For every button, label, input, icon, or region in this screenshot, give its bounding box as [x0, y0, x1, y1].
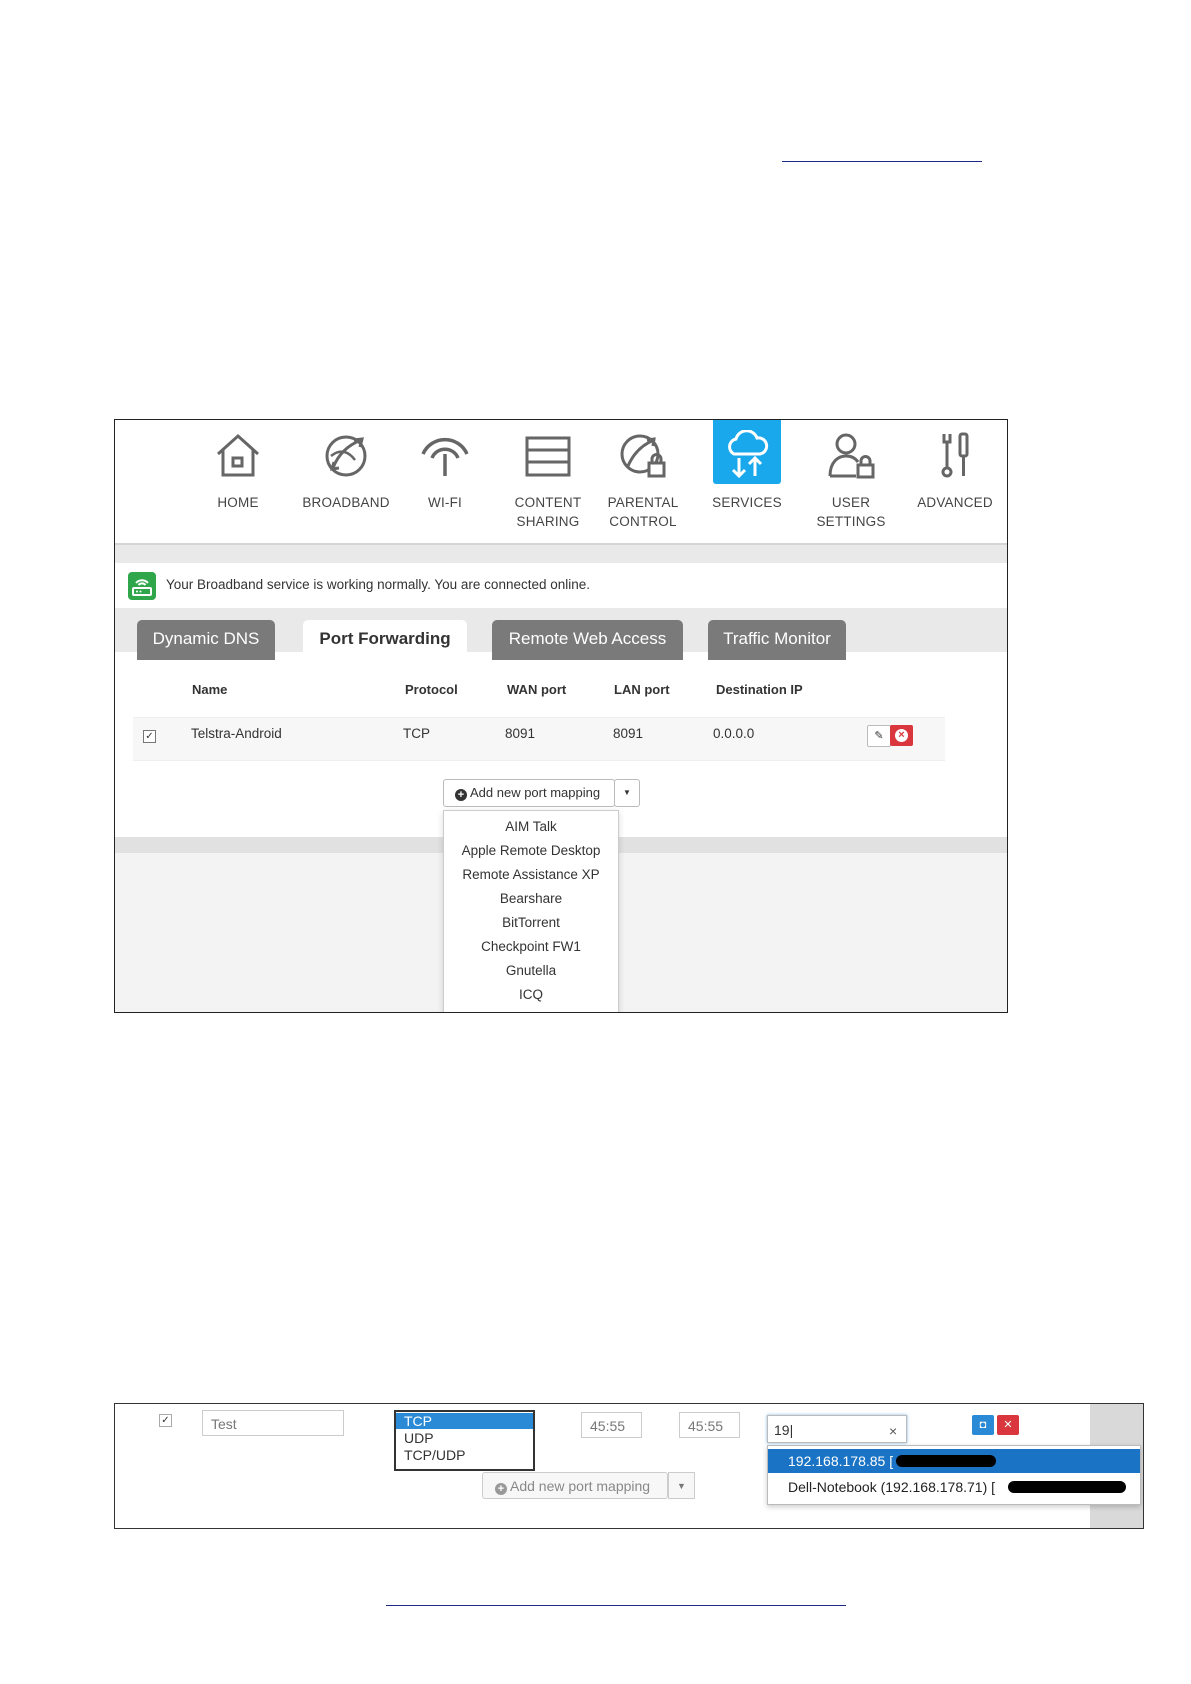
add-port-mapping-button[interactable]: + Add new port mapping [482, 1472, 668, 1499]
column-header-lan-port: LAN port [614, 682, 670, 697]
ip-suggestion-text: 192.168.178.85 [ [788, 1453, 894, 1469]
preset-item[interactable]: Remote Assistance XP [444, 867, 618, 882]
cloud-transfer-icon [728, 430, 769, 479]
plus-circle-icon: + [455, 789, 467, 801]
caret-down-icon: ▼ [677, 1481, 686, 1491]
port-mapping-edit-screenshot: ✓ Test TCP UDP TCP/UDP 45:55 45:55 + Add … [114, 1403, 1144, 1529]
router-status-icon [128, 572, 156, 600]
close-circle-icon: × [895, 729, 908, 742]
hyperlink-underline-bottom [386, 1605, 846, 1606]
redaction-mark [896, 1455, 996, 1467]
row-enable-checkbox[interactable]: ✓ [143, 730, 156, 743]
nav-label: HOME [217, 495, 259, 510]
redaction-mark [1008, 1481, 1126, 1493]
row-lan-port: 8091 [613, 726, 644, 741]
nav-item-advanced[interactable]: ADVANCED [903, 420, 1007, 543]
nav-item-services[interactable]: SERVICES [695, 420, 799, 543]
preset-dropdown-toggle[interactable]: ▼ [614, 779, 640, 807]
column-header-name: Name [192, 682, 228, 697]
home-icon [216, 433, 260, 477]
nav-label: CONTENT SHARING [514, 495, 582, 529]
preset-item[interactable]: Bearshare [444, 891, 618, 906]
nav-label: ADVANCED [917, 495, 993, 510]
clear-icon[interactable]: × [889, 1423, 897, 1439]
status-bar: Your Broadband service is working normal… [115, 563, 1007, 608]
column-header-destination-ip: Destination IP [716, 682, 803, 697]
add-port-mapping-label: Add new port mapping [470, 785, 601, 800]
wifi-icon [421, 437, 469, 476]
destination-ip-query: 19 [774, 1422, 790, 1438]
protocol-option[interactable]: TCP [396, 1413, 533, 1429]
top-navigation: HOME BROADBAND WI-FI CONTENT SHARING PAR… [115, 420, 1007, 545]
add-port-mapping-label: Add new port mapping [510, 1478, 651, 1494]
nav-item-user-settings[interactable]: USER SETTINGS [799, 420, 903, 543]
caret-down-icon: ▼ [623, 788, 631, 797]
add-port-mapping-button[interactable]: + Add new port mapping [443, 779, 615, 807]
parental-lock-icon [620, 434, 666, 478]
user-lock-icon [828, 433, 875, 479]
protocol-option[interactable]: UDP [396, 1430, 533, 1446]
save-disk-icon: ◘ [979, 1419, 987, 1431]
preset-item[interactable]: BitTorrent [444, 915, 618, 930]
wan-port-field[interactable]: 45:55 [581, 1412, 642, 1438]
preset-item[interactable]: Apple Remote Desktop [444, 843, 618, 858]
protocol-select[interactable]: TCP UDP TCP/UDP [394, 1410, 535, 1471]
status-message: Your Broadband service is working normal… [166, 577, 591, 592]
globe-icon [325, 435, 367, 477]
row-name: Telstra-Android [191, 726, 282, 741]
tab-port-forwarding[interactable]: Port Forwarding [303, 620, 467, 662]
tools-icon [941, 432, 969, 478]
nav-item-wifi[interactable]: WI-FI [393, 420, 497, 543]
router-admin-screenshot: HOME BROADBAND WI-FI CONTENT SHARING PAR… [114, 419, 1008, 1013]
edit-button[interactable]: ✎ [867, 725, 891, 747]
preset-item[interactable]: AIM Talk [444, 819, 618, 834]
protocol-option[interactable]: TCP/UDP [396, 1447, 533, 1463]
row-protocol: TCP [403, 726, 430, 741]
nav-label: USER SETTINGS [816, 495, 886, 529]
destination-ip-input[interactable]: 19| [767, 1415, 907, 1443]
close-icon: ✕ [1003, 1419, 1013, 1431]
row-destination-ip: 0.0.0.0 [713, 726, 755, 741]
preset-dropdown-toggle[interactable]: ▼ [668, 1472, 695, 1499]
preset-item[interactable]: Gnutella [444, 963, 618, 978]
tab-traffic-monitor[interactable]: Traffic Monitor [708, 620, 846, 660]
nav-label: PARENTAL CONTROL [607, 495, 679, 529]
nav-item-parental-control[interactable]: PARENTAL CONTROL [591, 420, 695, 543]
ip-suggestion-menu: 192.168.178.85 [ Dell-Notebook (192.168.… [767, 1445, 1141, 1505]
row-enable-checkbox[interactable]: ✓ [159, 1414, 172, 1427]
save-button[interactable]: ◘ [972, 1415, 994, 1435]
preset-item[interactable]: Checkpoint FW1 [444, 939, 618, 954]
nav-label: SERVICES [712, 495, 782, 510]
tab-dynamic-dns[interactable]: Dynamic DNS [137, 620, 275, 660]
separator-strip [115, 545, 1007, 563]
storage-icon [525, 436, 571, 477]
nav-item-content-sharing[interactable]: CONTENT SHARING [496, 420, 600, 543]
nav-label: WI-FI [428, 495, 462, 510]
preset-dropdown-menu: AIM Talk Apple Remote Desktop Remote Ass… [443, 810, 619, 1012]
lan-port-field[interactable]: 45:55 [679, 1412, 740, 1438]
nav-label: BROADBAND [302, 495, 390, 510]
hyperlink-underline-top [782, 161, 982, 162]
preset-item[interactable]: ICQ [444, 987, 618, 1002]
column-header-wan-port: WAN port [507, 682, 567, 697]
tab-remote-web-access[interactable]: Remote Web Access [492, 620, 683, 660]
nav-item-broadband[interactable]: BROADBAND [294, 420, 398, 543]
column-header-protocol: Protocol [405, 682, 458, 697]
edit-icon: ✎ [874, 730, 884, 742]
plus-circle-icon: + [495, 1483, 507, 1495]
ip-suggestion-text: Dell-Notebook (192.168.178.71) [ [788, 1479, 996, 1495]
nav-item-home[interactable]: HOME [186, 420, 290, 543]
row-wan-port: 8091 [505, 726, 536, 741]
delete-button[interactable]: × [890, 725, 913, 746]
cancel-button[interactable]: ✕ [997, 1415, 1019, 1435]
name-field[interactable]: Test [202, 1410, 344, 1436]
